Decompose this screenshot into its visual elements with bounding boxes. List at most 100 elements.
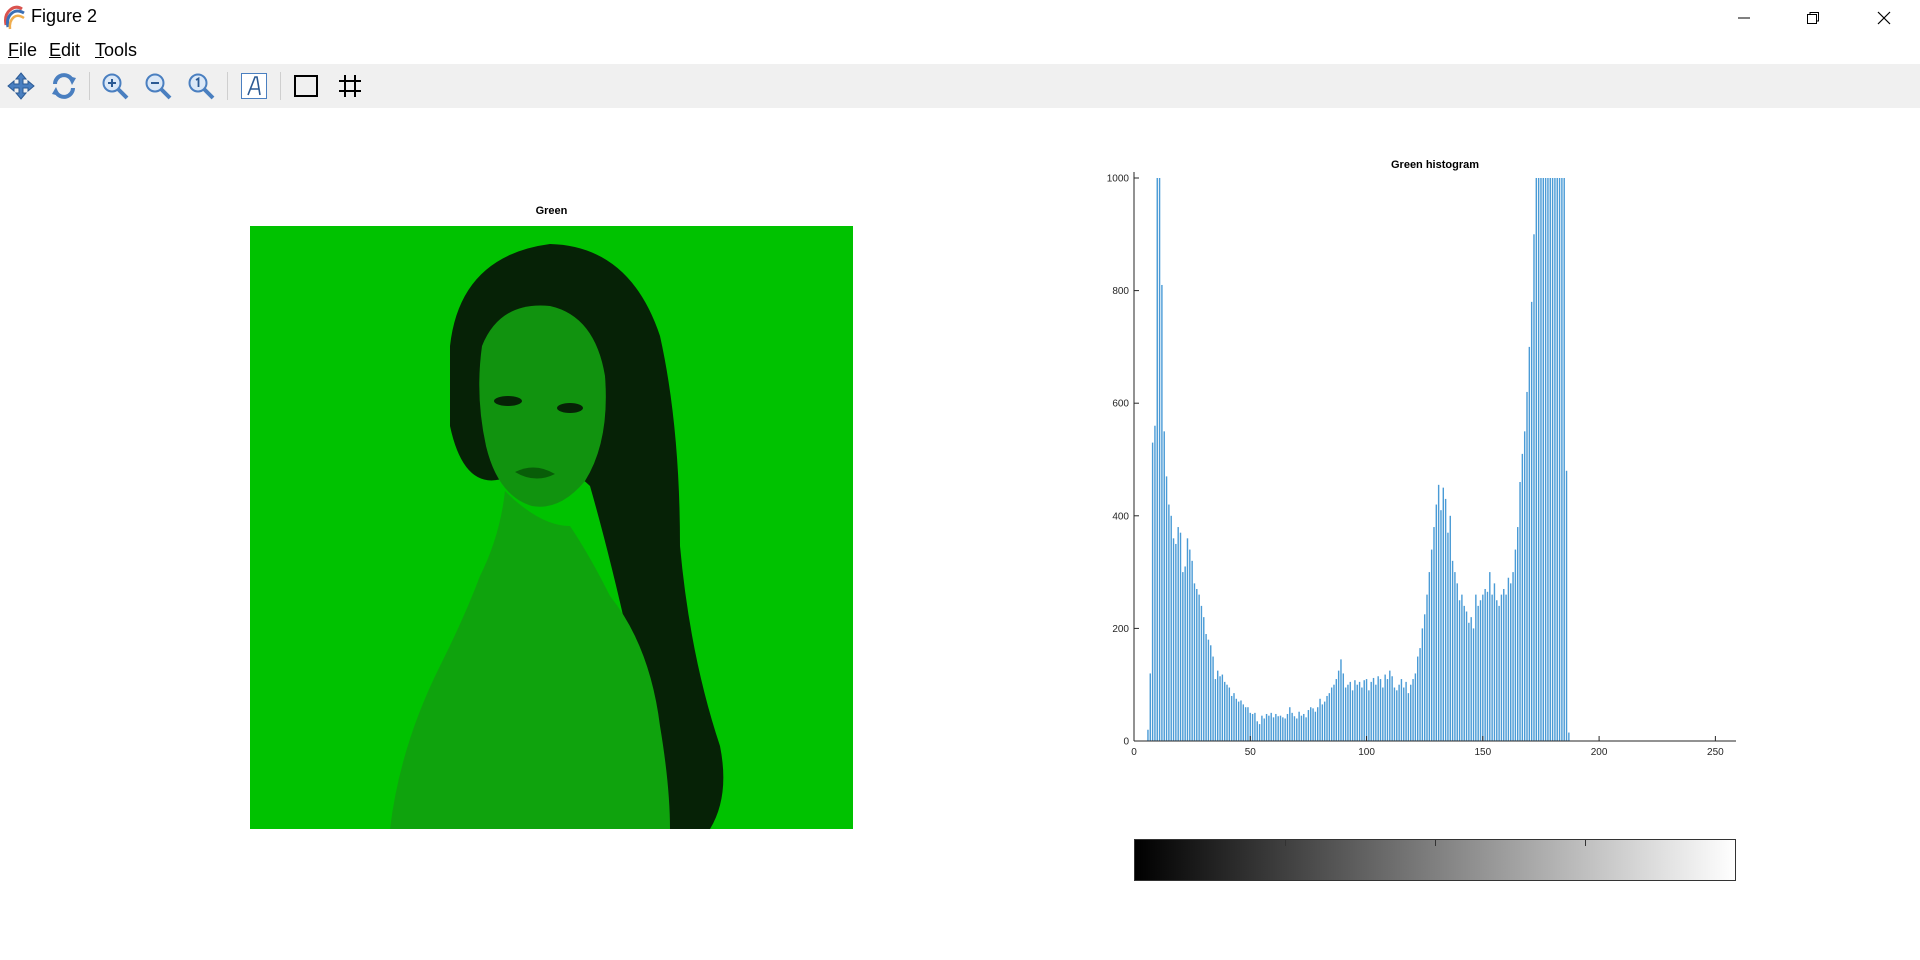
histogram-bar: [1333, 684, 1335, 741]
zoom-reset-button[interactable]: [183, 68, 219, 104]
histogram-bar: [1375, 684, 1377, 741]
restore-icon: [1807, 12, 1819, 24]
histogram-bar: [1368, 690, 1370, 741]
histogram-bar: [1430, 549, 1433, 741]
histogram-bar: [1244, 707, 1247, 741]
close-button[interactable]: [1849, 0, 1919, 36]
figure-toolbar: [0, 64, 1920, 108]
toggle-axes-box-button[interactable]: [288, 68, 324, 104]
histogram-bar: [1242, 704, 1245, 741]
histogram-bar: [1205, 634, 1207, 741]
restore-button[interactable]: [1778, 0, 1848, 36]
histogram-bar: [1342, 673, 1345, 741]
x-tick-label: 100: [1358, 747, 1375, 758]
histogram-bar: [1510, 583, 1512, 741]
histogram-bar: [1230, 695, 1233, 741]
histogram-bar: [1175, 543, 1177, 741]
toolbar-separator: [280, 72, 281, 100]
menu-edit[interactable]: Edit: [49, 40, 80, 61]
histogram-bar: [1354, 680, 1356, 741]
rotate-button[interactable]: [46, 68, 82, 104]
histogram-bar: [1561, 178, 1563, 741]
histogram-bar: [1277, 716, 1279, 741]
y-tick-label: 1000: [1107, 174, 1130, 185]
histogram-bar: [1196, 588, 1198, 741]
close-icon: [1877, 11, 1891, 25]
histogram-bar: [1161, 284, 1163, 741]
histogram-bar: [1193, 583, 1196, 741]
histogram-bar: [1223, 681, 1226, 741]
histogram-bar: [1284, 718, 1286, 741]
histogram-bar: [1207, 639, 1210, 741]
zoom-out-icon: [145, 73, 172, 100]
histogram-bar: [1405, 681, 1407, 741]
menu-file[interactable]: File: [8, 40, 37, 61]
histogram-bar: [1407, 693, 1410, 741]
histogram-bar: [1156, 178, 1158, 741]
histogram-bar: [1179, 532, 1182, 741]
histogram-bar: [1300, 715, 1303, 741]
insert-text-button[interactable]: [236, 68, 272, 104]
menu-tools[interactable]: Tools: [95, 40, 137, 61]
histogram-bar: [1296, 718, 1298, 741]
histogram-bar: [1275, 713, 1277, 741]
histogram-bar: [1503, 588, 1505, 741]
histogram-bar: [1500, 594, 1503, 741]
minimize-icon: [1738, 17, 1750, 19]
histogram-bar: [1547, 178, 1549, 741]
histogram-bar: [1514, 549, 1517, 741]
histogram-bar: [1305, 717, 1307, 741]
histogram-bar: [1544, 178, 1547, 741]
histogram-bar: [1251, 713, 1254, 741]
histogram-bar: [1286, 713, 1289, 741]
histogram-bar: [1165, 476, 1168, 741]
x-tick-label: 250: [1707, 747, 1724, 758]
histogram-bar: [1170, 515, 1172, 741]
histogram-bar: [1154, 425, 1156, 741]
histogram-bar: [1293, 716, 1296, 741]
histogram-bar: [1472, 628, 1475, 741]
histogram-bar: [1449, 515, 1451, 741]
histogram-bar: [1321, 704, 1324, 741]
histogram-bar: [1237, 701, 1240, 741]
histogram-bar: [1414, 673, 1417, 741]
zoom-out-button[interactable]: [140, 68, 176, 104]
toggle-grid-icon: [339, 75, 361, 97]
histogram-bar: [1147, 729, 1149, 741]
histogram-bar: [1484, 588, 1486, 741]
histogram-bar: [1512, 572, 1514, 741]
zoom-in-button[interactable]: [97, 68, 133, 104]
histogram-bar: [1240, 700, 1242, 741]
histogram-bar: [1540, 178, 1542, 741]
histogram-bar: [1214, 679, 1217, 741]
pan-button[interactable]: [3, 68, 39, 104]
histogram-bar: [1312, 708, 1314, 741]
histogram-bar: [1344, 687, 1347, 741]
pan-icon: [7, 72, 35, 100]
histogram-bar: [1523, 431, 1526, 741]
histogram-bar: [1326, 695, 1328, 741]
minimize-button[interactable]: [1709, 0, 1779, 36]
histogram-bar: [1428, 572, 1431, 741]
histogram-bar: [1377, 676, 1379, 741]
histogram-bar: [1217, 670, 1219, 741]
histogram-axes: [1133, 172, 1736, 742]
insert-text-icon: [241, 73, 267, 99]
histogram-bar: [1489, 572, 1491, 741]
histogram-bar: [1461, 594, 1463, 741]
histogram-bar: [1451, 560, 1454, 741]
y-tick-label: 800: [1112, 286, 1129, 297]
histogram-bar: [1307, 710, 1310, 741]
histogram-bar: [1400, 679, 1403, 741]
histogram-bar: [1505, 594, 1507, 741]
toggle-grid-button[interactable]: [332, 68, 368, 104]
histogram-bar: [1191, 560, 1193, 741]
grayscale-colorbar: [1134, 839, 1736, 881]
histogram-bar: [1410, 684, 1412, 741]
histogram-bar: [1177, 527, 1179, 741]
histogram-bar: [1351, 690, 1354, 741]
zoom-in-icon: [102, 73, 129, 100]
histogram-bar: [1463, 605, 1465, 741]
histogram-bar: [1537, 178, 1540, 741]
histogram-bar: [1565, 470, 1568, 741]
